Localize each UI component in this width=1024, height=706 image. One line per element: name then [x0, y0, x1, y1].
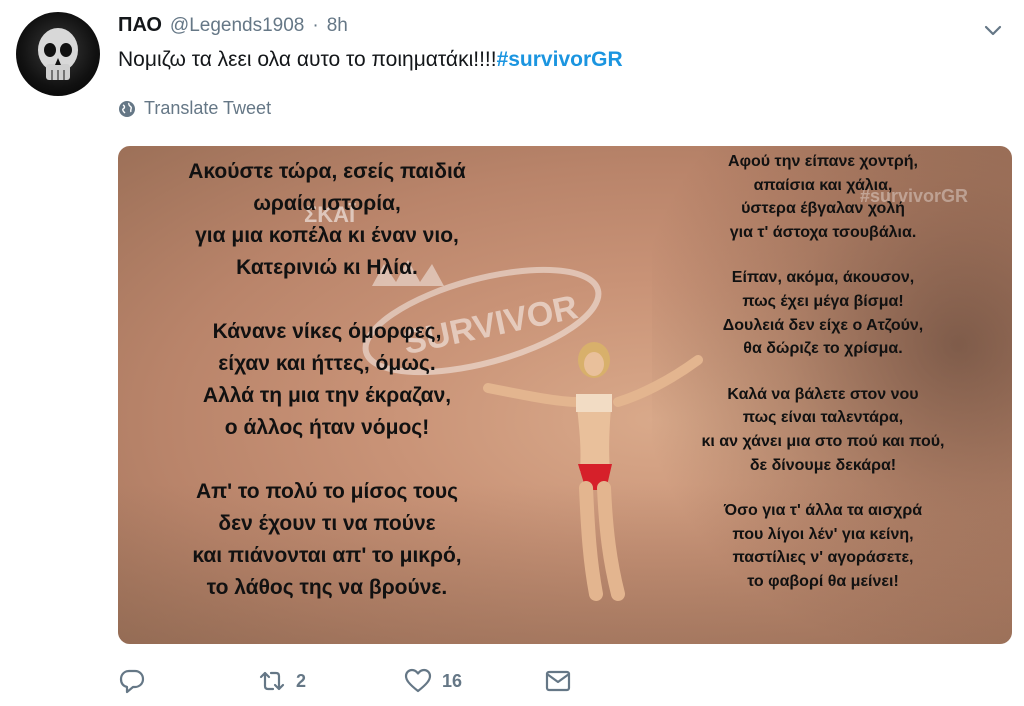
separator-dot: ·	[312, 15, 319, 36]
avatar[interactable]	[16, 12, 100, 96]
poem-line: Καλά να βάλετε στον νου	[727, 385, 919, 403]
poem-line: Αφού την είπανε χοντρή,	[728, 153, 918, 170]
poem-line: το φαβορί θα μείνει!	[747, 572, 899, 590]
poem-line: είχαν και ήττες, όμως.	[218, 352, 436, 375]
poem-line: απαίσια και χάλια,	[753, 176, 893, 194]
poem-line: πως έχει μέγα βίσμα!	[742, 292, 904, 310]
poem-line: Απ' το πολύ το μίσος τους	[195, 480, 459, 503]
tweet-actions: 2 16	[118, 668, 572, 694]
author-handle[interactable]: @Legends1908	[170, 15, 304, 37]
author-name[interactable]: ΠΑΟ	[118, 14, 162, 37]
translate-label: Translate Tweet	[144, 98, 272, 118]
poem-line: Είπαν, ακόμα, άκουσον,	[731, 269, 915, 287]
poem-right-column: Αφού την είπανε χοντρή, απαίσια και χάλι…	[638, 150, 1008, 616]
tweet-header: ΠΑΟ @Legends1908 · 8h	[118, 14, 348, 40]
translate-tweet-link[interactable]: Translate Tweet	[118, 98, 271, 119]
poem-line: θα δώριζε το χρίσμα.	[743, 340, 903, 358]
poem-stanza: Καλά να βάλετε στον νου πως είναι ταλεντ…	[638, 383, 1008, 477]
like-icon	[404, 668, 432, 693]
poem-line: το λάθος της να βρούνε.	[206, 576, 448, 599]
poem-line: Ακούστε τώρα, εσείς παιδιά	[188, 160, 466, 183]
poem-line: Κατερινιώ κι Ηλία.	[236, 256, 418, 279]
poem-line: κι αν χάνει μια στο πού και πού,	[701, 432, 945, 450]
poem-left-column: Ακούστε τώρα, εσείς παιδιά ωραία ιστορία…	[132, 156, 522, 636]
reply-icon	[119, 669, 145, 694]
poem-line: Αλλά τη μια την έκραζαν,	[202, 384, 452, 407]
poem-stanza: Όσο για τ' άλλα τα αισχρά που λίγοι λέν'…	[638, 499, 1008, 593]
poem-line: δεν έχουν τι να πούνε	[218, 512, 436, 535]
message-icon	[545, 670, 571, 692]
skull-icon	[38, 28, 78, 80]
poem-line: δε δίνουμε δεκάρα!	[749, 456, 897, 474]
poem-stanza: Είπαν, ακόμα, άκουσον, πως έχει μέγα βίσ…	[638, 266, 1008, 360]
poem-line: παστίλιες ν' αγοράσετε,	[732, 549, 914, 567]
poem-line: ωραία ιστορία,	[253, 192, 401, 215]
poem-line: για μια κοπέλα κι έναν νιο,	[195, 224, 459, 247]
poem-line: ο άλλος ήταν νόμος!	[224, 416, 430, 439]
like-button[interactable]: 16	[404, 668, 544, 694]
tweet-timestamp[interactable]: 8h	[327, 15, 348, 37]
poem-line: ύστερα έβγαλαν χολή	[741, 200, 905, 218]
poem-line: για τ' άστοχα τσουβάλια.	[729, 223, 917, 241]
chevron-down-icon[interactable]	[982, 20, 1004, 42]
retweet-button[interactable]: 2	[258, 668, 404, 694]
globe-icon	[119, 100, 135, 117]
poem-stanza: Απ' το πολύ το μίσος τους δεν έχουν τι ν…	[132, 476, 522, 604]
tweet-body: Νομιζω τα λεει ολα αυτο το ποιηματάκι!!!…	[118, 48, 497, 71]
poem-line: Όσο για τ' άλλα τα αισχρά	[723, 502, 923, 520]
hashtag-link[interactable]: #survivorGR	[497, 48, 623, 71]
poem-stanza: Κάνανε νίκες όμορφες, είχαν και ήττες, ό…	[132, 316, 522, 444]
poem-line: που λίγοι λέν' για κείνη,	[732, 525, 914, 543]
retweet-count: 2	[296, 670, 307, 691]
tweet-image[interactable]: ΣΚΑΪ #survivorGR SURVIVOR Ακούστε τώρα, …	[118, 146, 1012, 644]
tweet-text: Νομιζω τα λεει ολα αυτο το ποιηματάκι!!!…	[118, 48, 623, 72]
retweet-icon	[259, 671, 285, 691]
poem-stanza: Αφού την είπανε χοντρή, απαίσια και χάλι…	[638, 150, 1008, 244]
poem-line: Κάνανε νίκες όμορφες,	[212, 320, 442, 343]
poem-line: πως είναι ταλεντάρα,	[742, 409, 904, 427]
poem-line: Δουλειά δεν είχε ο Ατζούν,	[722, 316, 924, 334]
direct-message-button[interactable]	[544, 668, 572, 694]
poem-stanza: Ακούστε τώρα, εσείς παιδιά ωραία ιστορία…	[132, 156, 522, 284]
reply-button[interactable]	[118, 668, 258, 694]
like-count: 16	[442, 670, 463, 691]
poem-line: και πιάνονται απ' το μικρό,	[192, 544, 462, 567]
